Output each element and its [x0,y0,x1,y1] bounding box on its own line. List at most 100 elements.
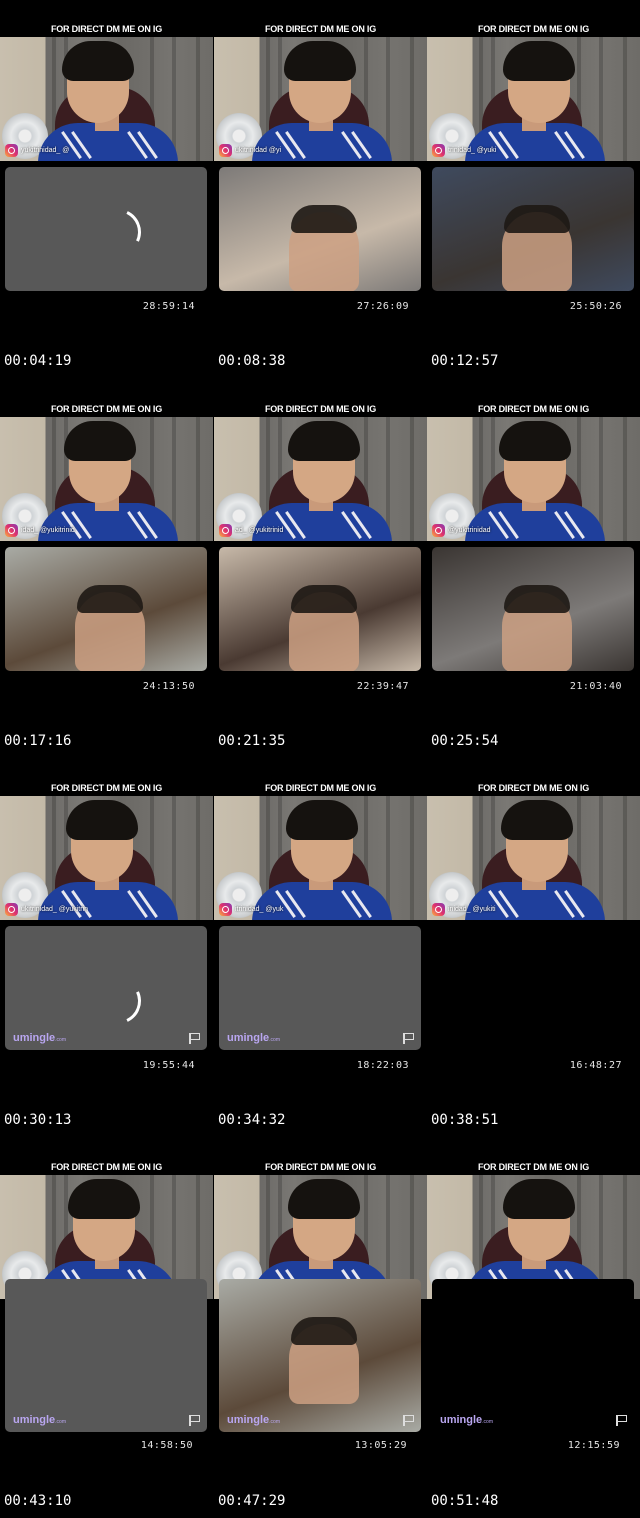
brand-name: umingle [227,1032,270,1044]
stranger-video [219,547,421,671]
thumbnail-contact-sheet: FOR DIRECT DM ME ON IG yukitrinidad_ @ 28:… [0,0,640,1518]
hair [284,41,356,81]
instagram-handle: trinidad_ @yuki [432,143,496,157]
thumbnail-cell[interactable]: FOR DIRECT DM ME ON IG itrinidad_ @yuk umi… [214,759,427,1139]
streamer-camera: @yukitrinidad [427,417,640,541]
thumbnail-cell[interactable]: FOR DIRECT DM ME ON IG@yukitrinidad_umin… [214,1153,427,1518]
report-flag-icon[interactable] [189,1415,200,1426]
stranger-hair [291,205,357,233]
brand-name: umingle [227,1414,270,1426]
banner-text: FOR DIRECT DM ME ON IG [214,759,427,796]
instagram-handle-text: inidad_ @yukiti [448,905,496,913]
thumbnail-cell[interactable]: FOR DIRECT DM ME ON IG ukitrinidad_ @yuki… [0,759,213,1139]
elapsed-timestamp: 00:08:38 [218,353,286,369]
brand-suffix: .com [55,1419,67,1425]
streamer-camera: yukitrinidad_ @ [0,37,213,161]
umingle-logo: umingle.com [227,1032,280,1044]
remaining-time: 25:50:26 [569,301,622,312]
remaining-time: 21:03:40 [569,681,622,692]
curtain-fold [410,796,414,920]
stranger-hair [77,585,143,613]
banner-text: FOR DIRECT DM ME ON IG [427,0,640,37]
stranger-video: umingle.com [5,926,207,1050]
instagram-icon [432,902,445,916]
elapsed-timestamp: 00:43:10 [4,1493,72,1509]
instagram-handle-text: yukitrinidad_ @ [21,146,70,154]
stranger-video [5,547,207,671]
elapsed-timestamp: 00:17:16 [4,733,72,749]
instagram-icon [432,143,445,157]
streamer-camera: inidad_ @yukiti [427,796,640,920]
remaining-time: 14:58:50 [140,1440,193,1451]
remaining-time: 24:13:50 [142,681,195,692]
report-flag-icon[interactable] [616,1415,627,1426]
hair [288,421,360,461]
thumbnail-cell[interactable]: FOR DIRECT DM ME ON IG ad_ @yukitrinid 22:… [214,380,427,760]
stranger-hair [504,585,570,613]
banner-text: FOR DIRECT DM ME ON IG [0,0,213,37]
instagram-handle-text: ukitrinidad_ @yukitrin [21,905,89,913]
hair [501,800,573,840]
thumbnail-cell[interactable]: FOR DIRECT DM ME ON IG inidad_ @yukiti 16:… [427,759,640,1139]
curtain-fold [410,417,414,541]
elapsed-timestamp: 00:04:19 [4,353,72,369]
streamer-camera: ukitrinidad @yi [214,37,427,161]
hair [503,41,575,81]
stranger-video [432,167,634,291]
brand-name: umingle [13,1032,56,1044]
stranger-video: umingle.com [219,926,421,1050]
remaining-time: 27:26:09 [356,301,409,312]
umingle-logo: umingle.com [440,1414,493,1426]
instagram-handle: yukitrinidad_ @ [5,143,69,157]
thumbnail-cell[interactable]: FOR DIRECT DM ME ON IGnidad_ @yukitriium… [427,1153,640,1518]
report-flag-icon[interactable] [189,1033,200,1044]
banner-text: FOR DIRECT DM ME ON IG [0,759,213,796]
elapsed-timestamp: 00:51:48 [431,1493,499,1509]
curtain-fold [623,796,627,920]
loading-spinner-icon [88,202,148,262]
curtain-fold [196,417,200,541]
instagram-handle: ukitrinidad @yi [219,143,281,157]
banner-text: FOR DIRECT DM ME ON IG [214,380,427,417]
hair [286,800,358,840]
report-flag-icon[interactable] [403,1033,414,1044]
instagram-handle: ukitrinidad_ @yukitrin [5,902,88,916]
instagram-icon [219,902,232,916]
remaining-time: 22:39:47 [356,681,409,692]
thumbnail-cell[interactable]: FOR DIRECT DM ME ON IG ukitrinidad @yi 27:… [214,0,427,380]
thumbnail-cell[interactable]: FOR DIRECT DM ME ON IG yukitrinidad_ @ 28:… [0,0,213,380]
elapsed-timestamp: 00:38:51 [431,1112,499,1128]
instagram-icon [5,523,18,537]
hair [68,1179,140,1219]
loading-spinner-icon [88,971,148,1031]
banner-text: FOR DIRECT DM ME ON IG [214,1153,427,1175]
elapsed-timestamp: 00:30:13 [4,1112,72,1128]
stranger-video [432,926,634,1050]
thumbnail-cell[interactable]: FOR DIRECT DM ME ON IG trinidad_ @yuki 25:… [427,0,640,380]
banner-text: FOR DIRECT DM ME ON IG [427,380,640,417]
streamer-camera: idad_ @yukitrinid [0,417,213,541]
hair [62,41,134,81]
instagram-icon [5,143,18,157]
thumbnail-cell[interactable]: FOR DIRECT DM ME ON IG idad_ @yukitrinid 2… [0,380,213,760]
thumbnail-cell[interactable]: FOR DIRECT DM ME ON IG @yukitrinidad 21:03… [427,380,640,760]
remaining-time: 18:22:03 [356,1060,409,1071]
curtain-fold [623,37,627,161]
banner-text: FOR DIRECT DM ME ON IG [214,0,427,37]
elapsed-timestamp: 00:47:29 [218,1493,286,1509]
banner-text: FOR DIRECT DM ME ON IG [427,759,640,796]
elapsed-timestamp: 00:34:32 [218,1112,286,1128]
instagram-icon [219,143,232,157]
hair [66,800,138,840]
stranger-video: umingle.com [432,1279,634,1432]
streamer-camera: itrinidad_ @yuk [214,796,427,920]
stranger-hair [504,205,570,233]
instagram-handle-text: itrinidad_ @yuk [235,905,284,913]
elapsed-timestamp: 00:21:35 [218,733,286,749]
instagram-handle: idad_ @yukitrinid [5,523,75,537]
thumbnail-cell[interactable]: FOR DIRECT DM ME ON IGd_ @yukitrinidaumi… [0,1153,213,1518]
hair [288,1179,360,1219]
report-flag-icon[interactable] [403,1415,414,1426]
stranger-hair [291,585,357,613]
stranger-video: umingle.com [5,1279,207,1432]
